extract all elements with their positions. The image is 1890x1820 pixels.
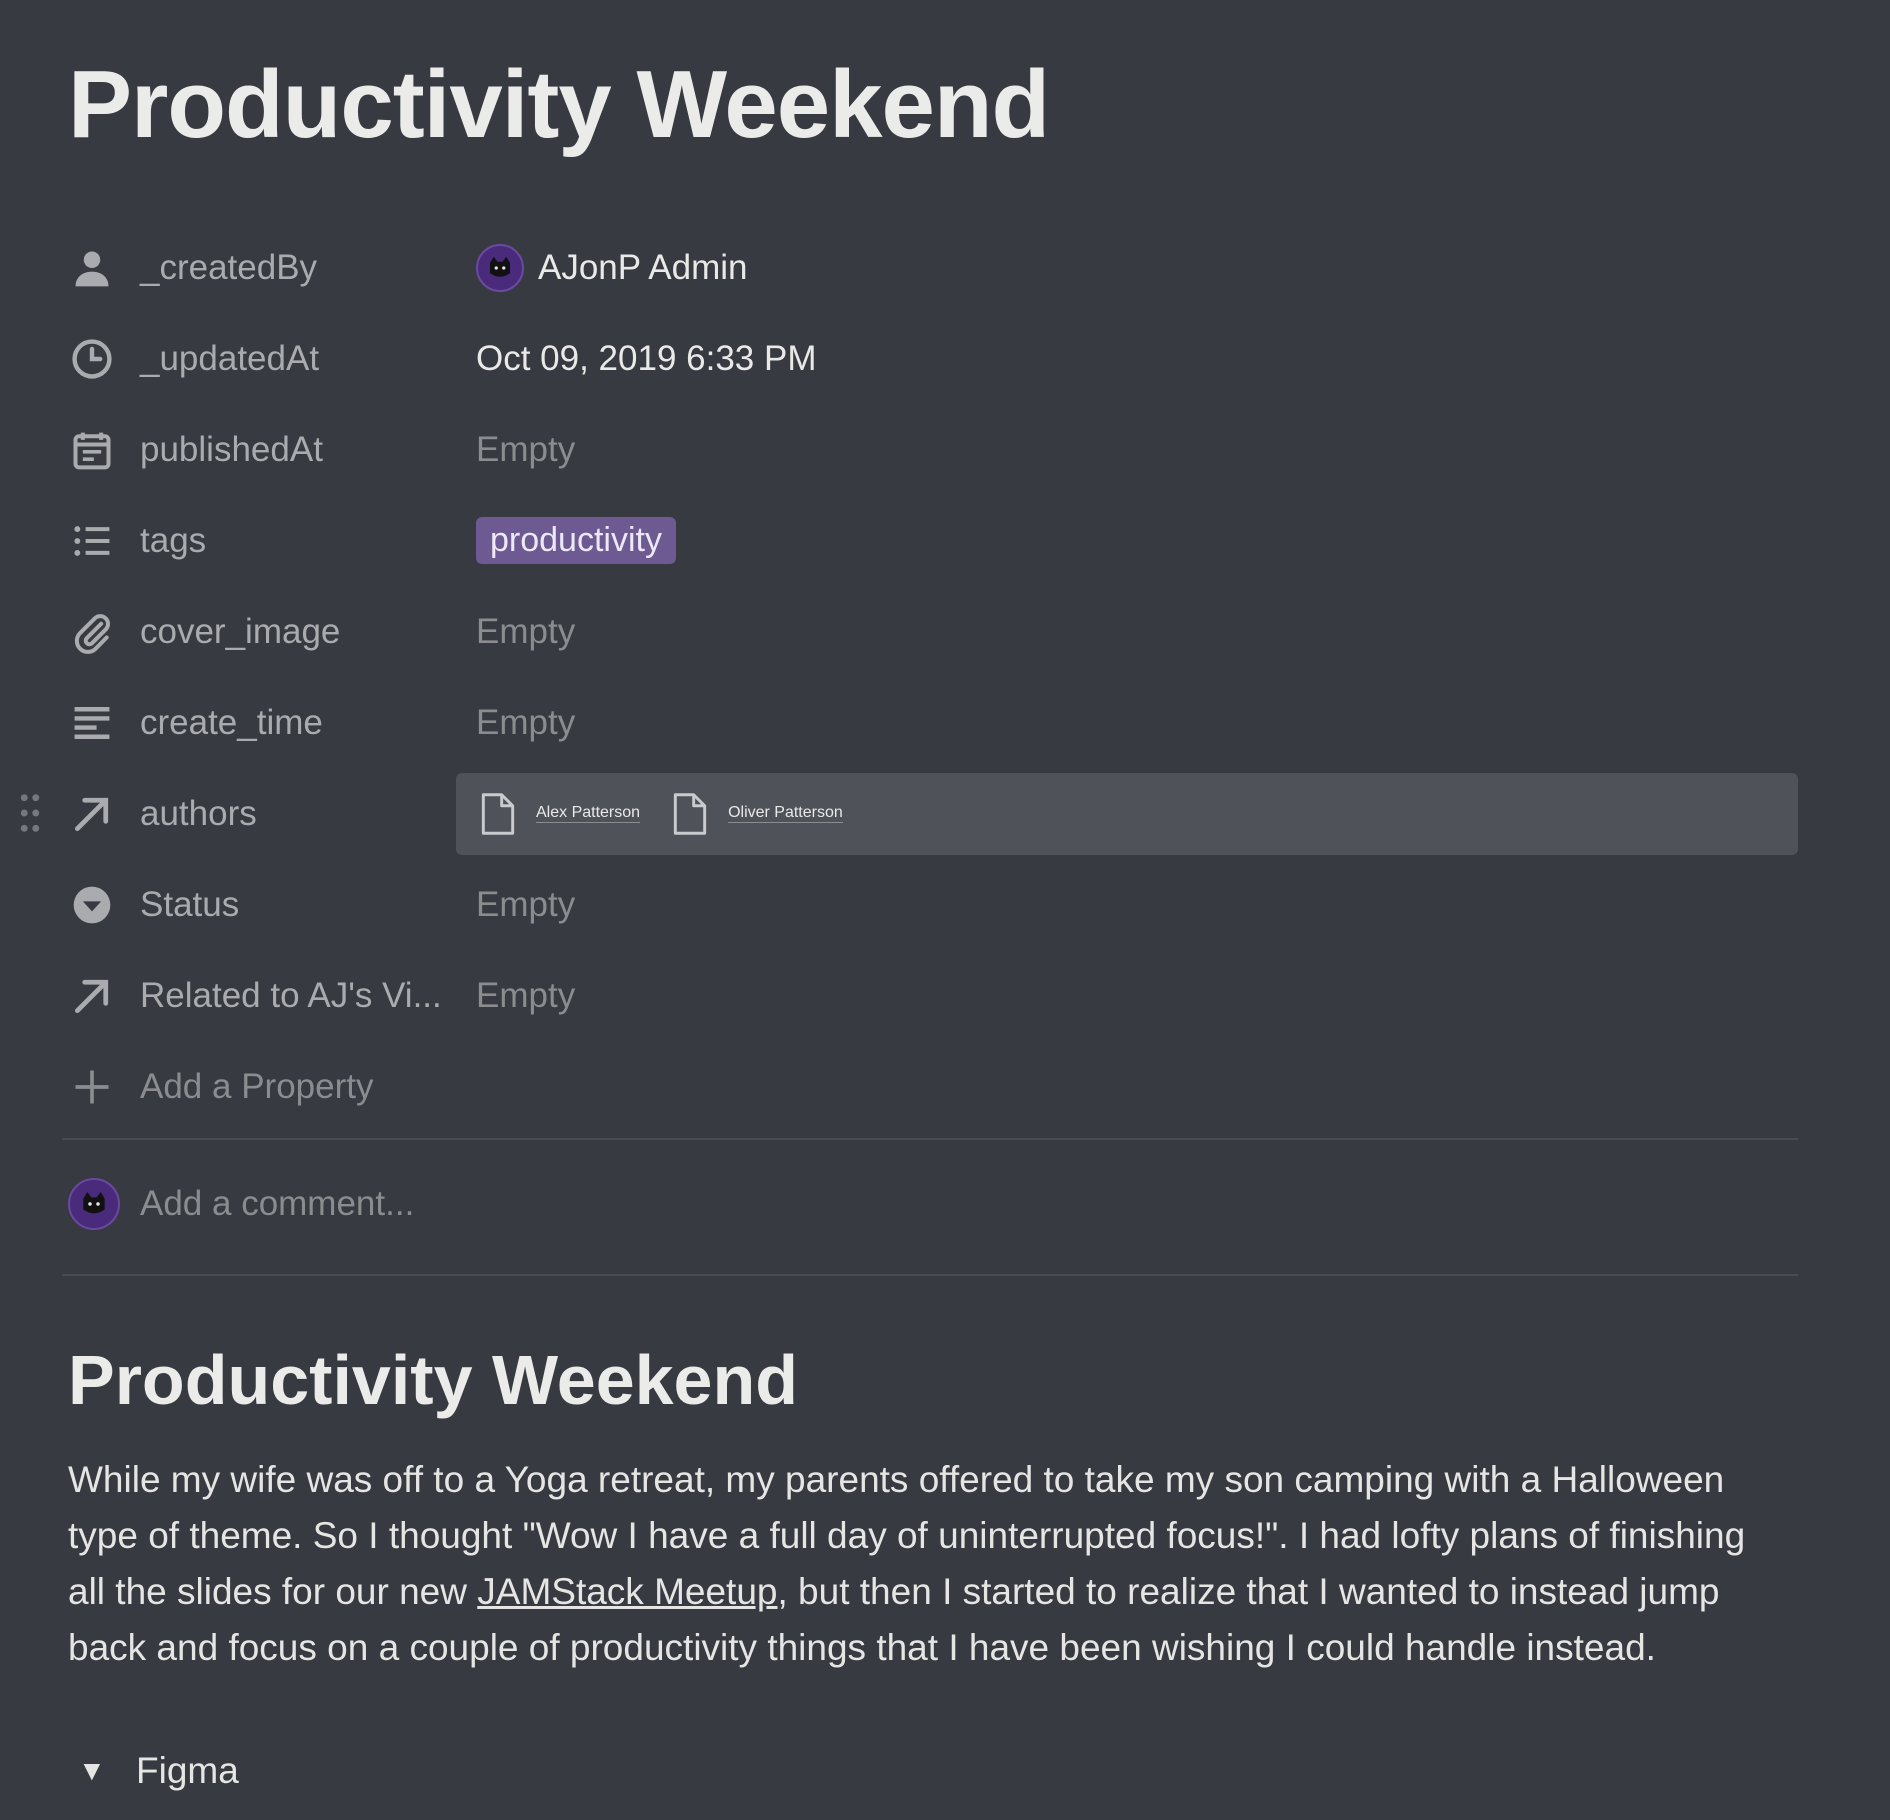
- property-value-authors[interactable]: Alex Patterson Oliver Patterson: [456, 772, 1798, 855]
- tag-productivity[interactable]: productivity: [476, 517, 676, 564]
- relation-label: Alex Patterson: [536, 804, 641, 823]
- paperclip-icon: [68, 608, 116, 656]
- relation-link-oliver[interactable]: Oliver Patterson: [670, 792, 843, 836]
- property-label: _createdBy: [140, 247, 318, 287]
- property-row-cover-image: cover_image Empty: [68, 586, 1798, 677]
- property-label: publishedAt: [140, 429, 323, 469]
- plus-icon: [68, 1063, 116, 1111]
- toggle-label: Figma: [136, 1750, 239, 1791]
- property-value-cover-image[interactable]: Empty: [476, 602, 1798, 662]
- property-name-create-time[interactable]: create_time: [68, 693, 448, 753]
- relation-label: Oliver Patterson: [728, 804, 843, 823]
- toggle-block-figma[interactable]: ▼ Figma: [78, 1750, 239, 1792]
- page-title[interactable]: Productivity Weekend: [68, 50, 1050, 160]
- page-icon: [481, 792, 515, 835]
- empty-value: Empty: [476, 884, 576, 924]
- property-row-create-time: create_time Empty: [68, 677, 1798, 768]
- empty-value: Empty: [476, 611, 576, 651]
- property-value-create-time[interactable]: Empty: [476, 693, 1798, 753]
- empty-value: Empty: [476, 429, 576, 469]
- divider: [62, 1138, 1798, 1140]
- property-value-related[interactable]: Empty: [476, 966, 1798, 1026]
- property-name-related[interactable]: Related to AJ's Vi...: [68, 966, 448, 1026]
- property-name-authors[interactable]: authors: [68, 784, 448, 844]
- arrow-up-right-icon: [68, 790, 116, 838]
- property-name-tags[interactable]: tags: [68, 511, 448, 571]
- property-value-createdby[interactable]: AJonP Admin: [476, 238, 1798, 298]
- property-value-publishedat[interactable]: Empty: [476, 420, 1798, 480]
- arrow-up-right-icon: [68, 972, 116, 1020]
- property-row-tags: tags productivity: [68, 495, 1798, 586]
- list-icon: [68, 517, 116, 565]
- property-value-status[interactable]: Empty: [476, 875, 1798, 935]
- clock-icon: [68, 335, 116, 383]
- empty-value: Empty: [476, 975, 576, 1015]
- relation-link-alex[interactable]: Alex Patterson: [478, 792, 641, 836]
- property-name-publishedat[interactable]: publishedAt: [68, 420, 448, 480]
- property-name-cover-image[interactable]: cover_image: [68, 602, 448, 662]
- add-property-label: Add a Property: [140, 1066, 374, 1106]
- property-value-tags[interactable]: productivity: [476, 511, 1798, 571]
- page-icon: [673, 792, 707, 835]
- add-property-button[interactable]: Add a Property: [68, 1057, 448, 1117]
- property-label: Status: [140, 884, 240, 924]
- text-lines-icon: [68, 699, 116, 747]
- person-icon: [68, 244, 116, 292]
- empty-value: Empty: [476, 702, 576, 742]
- content-paragraph[interactable]: While my wife was off to a Yoga retreat,…: [68, 1452, 1788, 1676]
- property-label: _updatedAt: [140, 338, 320, 378]
- property-label: cover_image: [140, 611, 341, 651]
- add-property-row: Add a Property: [68, 1041, 1798, 1132]
- user-name: AJonP Admin: [538, 247, 748, 287]
- date-value: Oct 09, 2019 6:33 PM: [476, 338, 817, 378]
- property-label: create_time: [140, 702, 323, 742]
- drag-handle-icon[interactable]: [18, 790, 42, 836]
- property-label: authors: [140, 793, 257, 833]
- property-value-updatedat[interactable]: Oct 09, 2019 6:33 PM: [476, 329, 1798, 389]
- divider: [62, 1274, 1798, 1276]
- property-label: Related to AJ's Vi...: [140, 975, 442, 1015]
- properties-panel: _createdBy AJonP Admin _updatedAt Oct 09…: [20, 222, 1798, 1132]
- comment-input[interactable]: Add a comment...: [140, 1184, 414, 1224]
- property-name-createdby[interactable]: _createdBy: [68, 238, 448, 298]
- avatar: [476, 243, 524, 292]
- property-row-publishedat: publishedAt Empty: [68, 404, 1798, 495]
- property-name-status[interactable]: Status: [68, 875, 448, 935]
- property-row-updatedat: _updatedAt Oct 09, 2019 6:33 PM: [68, 313, 1798, 404]
- property-row-related: Related to AJ's Vi... Empty: [68, 950, 1798, 1041]
- property-row-createdby: _createdBy AJonP Admin: [68, 222, 1798, 313]
- property-row-authors: authors Alex Patterson Oliver Patterson: [20, 768, 1798, 859]
- property-name-updatedat[interactable]: _updatedAt: [68, 329, 448, 389]
- jamstack-meetup-link[interactable]: JAMStack Meetup: [477, 1571, 777, 1612]
- property-label: tags: [140, 520, 207, 560]
- triangle-down-icon[interactable]: ▼: [78, 1755, 108, 1787]
- calendar-icon: [68, 426, 116, 474]
- chevron-circle-icon: [68, 881, 116, 929]
- comment-row: Add a comment...: [68, 1174, 414, 1234]
- content-heading[interactable]: Productivity Weekend: [68, 1340, 798, 1420]
- property-row-status: Status Empty: [68, 859, 1798, 950]
- avatar: [68, 1178, 120, 1230]
